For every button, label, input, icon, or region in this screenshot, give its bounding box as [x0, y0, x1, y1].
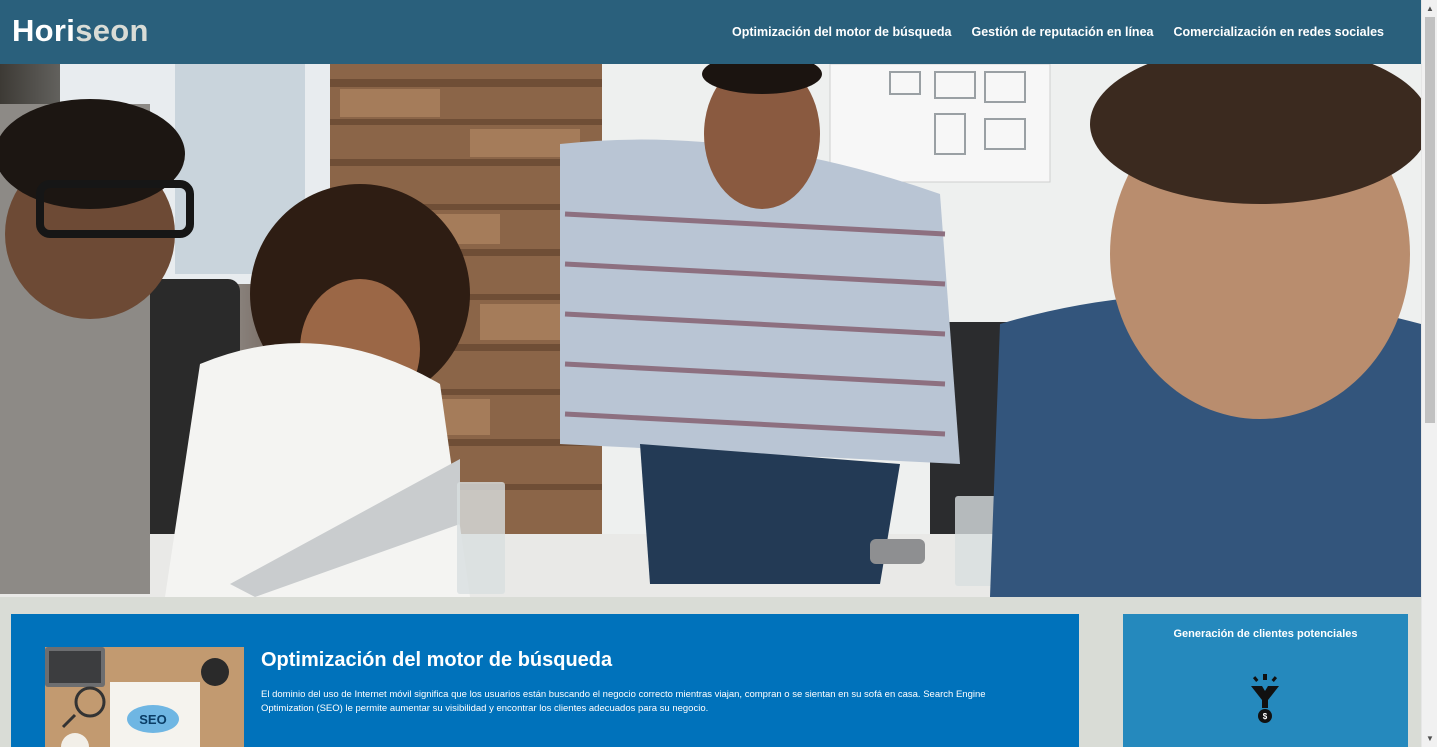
logo-part-seon: seon — [75, 13, 149, 48]
logo-part-hori: Hori — [12, 13, 76, 48]
site-header: Horiseon Optimización del motor de búsqu… — [0, 0, 1421, 64]
svg-text:$: $ — [1263, 712, 1268, 721]
lead-funnel-icon: $ — [1251, 674, 1279, 723]
scroll-down-arrow-icon[interactable]: ▼ — [1422, 730, 1437, 747]
seo-thumbnail-image: SEO — [45, 647, 244, 747]
main-nav: Optimización del motor de búsqueda Gesti… — [722, 25, 1394, 39]
seo-title: Optimización del motor de búsqueda — [261, 649, 613, 671]
nav-link-social-media[interactable]: Comercialización en redes sociales — [1163, 25, 1394, 39]
nav-link-reputation[interactable]: Gestión de reputación en línea — [961, 25, 1163, 39]
site-logo[interactable]: Horiseon — [12, 13, 149, 49]
vertical-scrollbar[interactable]: ▲ ▼ — [1421, 0, 1437, 747]
lead-generation-title: Generación de clientes potenciales — [1173, 628, 1358, 640]
seo-description: El dominio del uso de Internet móvil sig… — [261, 689, 986, 714]
hero-photo-illustration — [0, 64, 1421, 597]
lead-generation-card: Generación de clientes potenciales $ — [1123, 614, 1408, 747]
page: Horiseon Optimización del motor de búsqu… — [0, 0, 1437, 747]
hero-image — [0, 64, 1421, 597]
scroll-up-arrow-icon[interactable]: ▲ — [1422, 0, 1437, 17]
nav-link-seo[interactable]: Optimización del motor de búsqueda — [722, 25, 961, 39]
seo-card: SEO Optimización del motor de búsqueda E… — [11, 614, 1079, 747]
scrollbar-thumb[interactable] — [1425, 17, 1435, 423]
seo-thumb-label: SEO — [139, 712, 166, 727]
